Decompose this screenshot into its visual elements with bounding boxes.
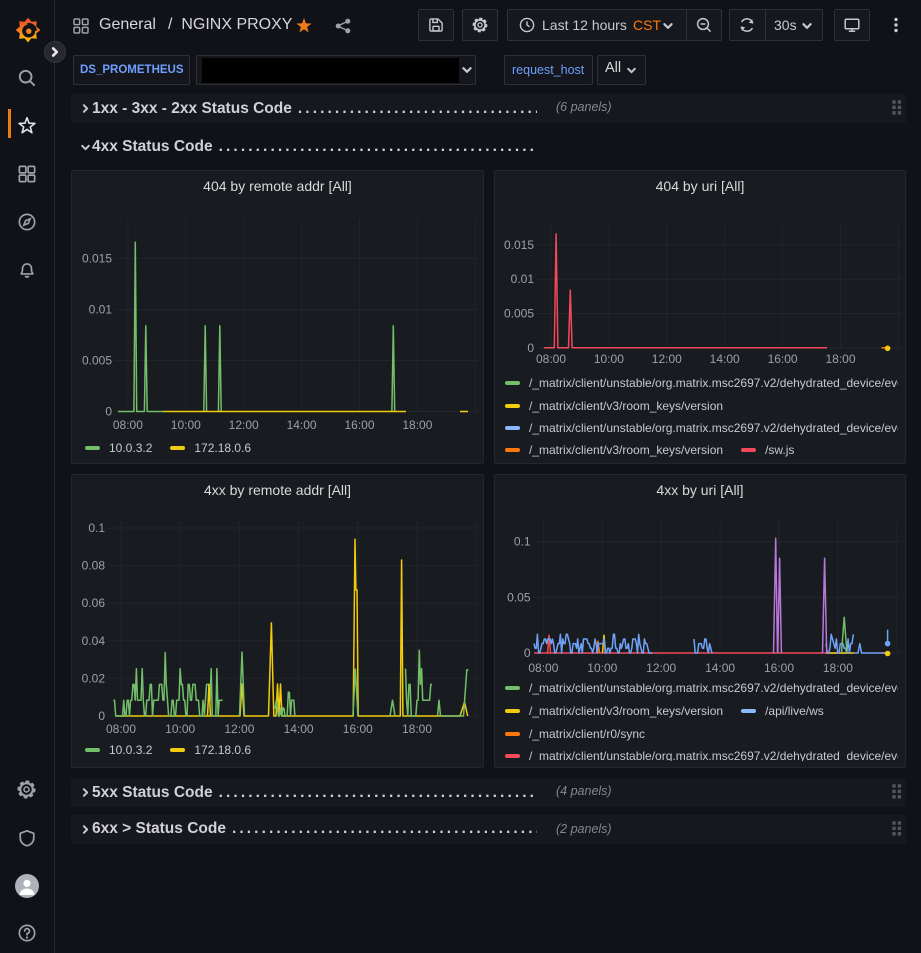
svg-text:08:00: 08:00 — [106, 722, 136, 736]
svg-text:14:00: 14:00 — [710, 352, 740, 366]
svg-text:10:00: 10:00 — [594, 352, 624, 366]
svg-text:0.02: 0.02 — [82, 671, 106, 685]
svg-text:0.005: 0.005 — [504, 307, 534, 321]
svg-text:12:00: 12:00 — [229, 418, 259, 432]
svg-text:10:00: 10:00 — [165, 722, 195, 736]
svg-text:18:00: 18:00 — [402, 418, 432, 432]
svg-text:0.015: 0.015 — [82, 252, 112, 266]
svg-text:18:00: 18:00 — [823, 661, 853, 675]
svg-text:12:00: 12:00 — [652, 352, 682, 366]
svg-text:0.01: 0.01 — [89, 303, 113, 317]
svg-text:0.015: 0.015 — [504, 238, 534, 252]
svg-text:0: 0 — [98, 709, 105, 723]
svg-text:16:00: 16:00 — [768, 352, 798, 366]
svg-text:18:00: 18:00 — [402, 722, 432, 736]
svg-text:12:00: 12:00 — [224, 722, 254, 736]
svg-text:16:00: 16:00 — [343, 722, 373, 736]
svg-text:0.1: 0.1 — [514, 535, 531, 549]
svg-text:0: 0 — [105, 405, 112, 419]
svg-text:0.005: 0.005 — [82, 354, 112, 368]
svg-text:0.06: 0.06 — [82, 596, 106, 610]
svg-text:0: 0 — [527, 341, 534, 355]
svg-text:08:00: 08:00 — [528, 661, 558, 675]
svg-text:14:00: 14:00 — [287, 418, 317, 432]
svg-text:08:00: 08:00 — [113, 418, 143, 432]
svg-text:0.01: 0.01 — [511, 272, 535, 286]
svg-text:0.08: 0.08 — [82, 559, 106, 573]
svg-text:0.1: 0.1 — [88, 521, 105, 535]
svg-text:18:00: 18:00 — [825, 352, 855, 366]
svg-text:16:00: 16:00 — [344, 418, 374, 432]
svg-text:08:00: 08:00 — [536, 352, 566, 366]
svg-text:10:00: 10:00 — [587, 661, 617, 675]
svg-text:14:00: 14:00 — [284, 722, 314, 736]
svg-text:16:00: 16:00 — [764, 661, 794, 675]
svg-text:10:00: 10:00 — [171, 418, 201, 432]
svg-text:14:00: 14:00 — [705, 661, 735, 675]
svg-text:0: 0 — [524, 646, 531, 660]
svg-text:12:00: 12:00 — [646, 661, 676, 675]
svg-text:0.05: 0.05 — [507, 590, 531, 604]
svg-text:0.04: 0.04 — [82, 634, 106, 648]
